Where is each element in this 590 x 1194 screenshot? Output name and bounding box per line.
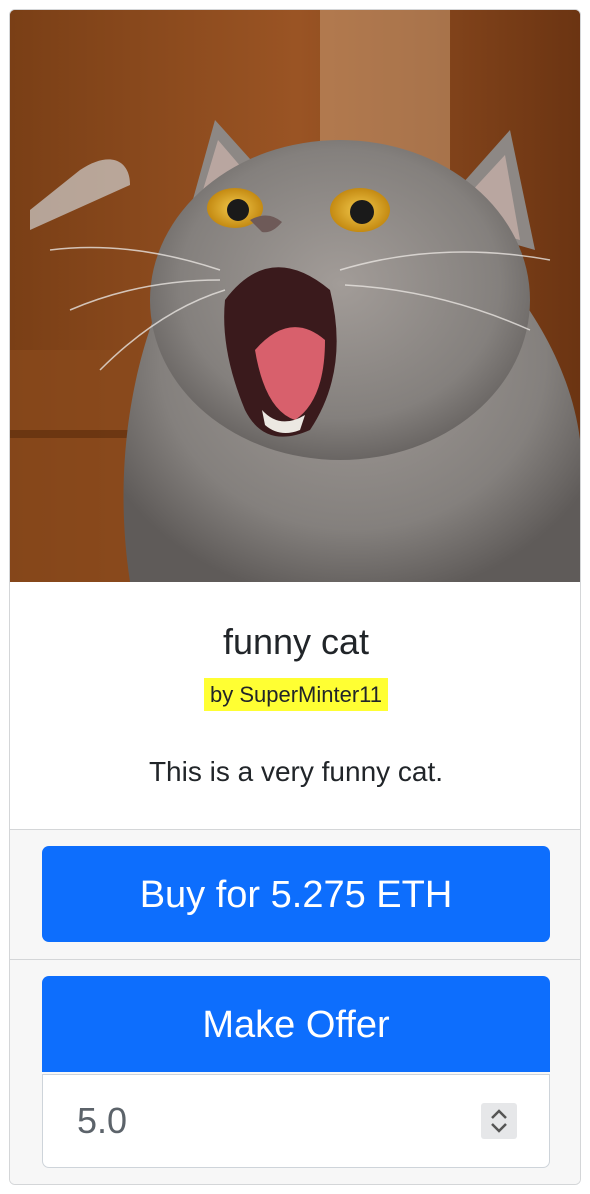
offer-amount-field <box>42 1074 550 1168</box>
offer-section: Make Offer <box>10 960 580 1184</box>
nft-title: funny cat <box>222 621 370 662</box>
card-body: funny cat by SuperMinter11 This is a ver… <box>10 582 580 830</box>
creator-line: by SuperMinter11 <box>10 678 580 711</box>
nft-card: funny cat by SuperMinter11 This is a ver… <box>9 9 581 1185</box>
nft-description: This is a very funny cat. <box>148 756 444 787</box>
cat-photo-illustration <box>10 10 580 582</box>
buy-section: Buy for 5.275 ETH <box>10 830 580 960</box>
spin-updown-icon[interactable] <box>481 1103 517 1139</box>
offer-amount-input[interactable] <box>43 1075 463 1167</box>
buy-button[interactable]: Buy for 5.275 ETH <box>42 846 550 942</box>
nft-image <box>10 10 580 582</box>
creator-highlight[interactable]: by SuperMinter11 <box>203 678 388 711</box>
make-offer-button[interactable]: Make Offer <box>42 976 550 1072</box>
